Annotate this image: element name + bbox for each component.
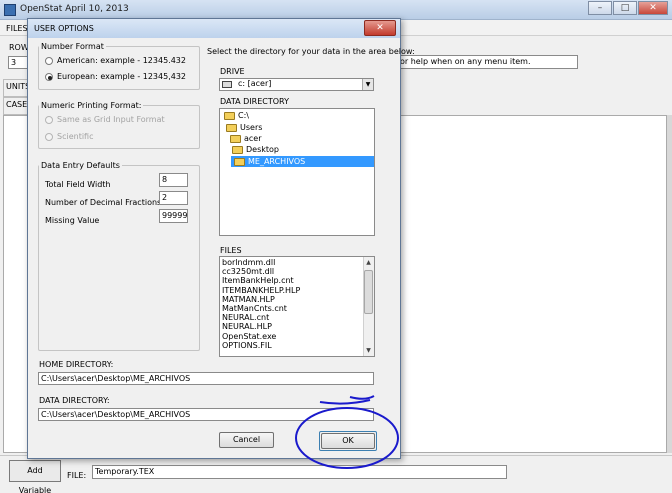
file-item[interactable]: MATMAN.HLP [222, 295, 362, 304]
file-item[interactable]: MatManCnts.cnt [222, 304, 362, 313]
dir-item-desktop[interactable]: Desktop [246, 145, 279, 154]
drive-value: c: [acer] [238, 79, 272, 88]
american-format-radio[interactable] [45, 57, 53, 65]
file-name-field[interactable]: Temporary.TEX [92, 465, 507, 479]
files-label: FILES [220, 246, 242, 255]
file-item[interactable]: NEURAL.cnt [222, 313, 362, 322]
cancel-button[interactable]: Cancel [219, 432, 274, 448]
dir-item-acer[interactable]: acer [244, 134, 262, 143]
numeric-printing-legend: Numeric Printing Format: [41, 101, 142, 110]
decimal-fractions-input[interactable]: 2 [159, 191, 188, 205]
chevron-down-icon[interactable]: ▼ [362, 79, 373, 90]
numeric-printing-group: Numeric Printing Format: [38, 101, 200, 149]
file-item[interactable]: ItemBankHelp.cnt [222, 276, 362, 285]
data-directory-path-label: DATA DIRECTORY: [39, 396, 110, 405]
number-format-legend: Number Format [41, 42, 104, 51]
file-item[interactable]: OpenStat.exe [222, 332, 362, 341]
dialog-close-icon[interactable]: ✕ [364, 20, 396, 36]
window-title: OpenStat April 10, 2013 [20, 4, 129, 14]
file-item[interactable]: ITEMBANKHELP.HLP [222, 286, 362, 295]
missing-value-input[interactable]: 99999 [159, 209, 188, 223]
ok-button[interactable]: OK [321, 433, 375, 449]
file-label: FILE: [67, 471, 87, 480]
dir-item-root[interactable]: C:\ [238, 111, 249, 120]
scroll-up-icon[interactable]: ▲ [363, 258, 374, 268]
scientific-radio[interactable] [45, 133, 53, 141]
scroll-down-icon[interactable]: ▼ [363, 346, 374, 356]
field-width-input[interactable]: 8 [159, 173, 188, 187]
scientific-label: Scientific [57, 132, 94, 141]
minimize-icon[interactable]: – [588, 1, 612, 15]
dir-item-me-archivos[interactable]: ME_ARCHIVOS [248, 157, 305, 166]
grid-input-format-radio[interactable] [45, 116, 53, 124]
data-entry-group: Data Entry Defaults [38, 161, 200, 351]
rows-label: ROW [9, 43, 29, 52]
data-entry-legend: Data Entry Defaults [41, 161, 120, 170]
desktop-edge [667, 115, 672, 453]
folder-icon [230, 135, 241, 143]
add-variable-button[interactable]: Add Variable [9, 460, 61, 493]
directory-instruction: Select the directory for your data in th… [207, 47, 415, 56]
dir-item-users[interactable]: Users [240, 123, 262, 132]
menu-files[interactable]: FILES [6, 24, 28, 33]
drive-label: DRIVE [220, 67, 245, 76]
maximize-icon[interactable]: □ [613, 1, 637, 15]
american-format-label: American: example - 12345.432 [57, 56, 186, 65]
data-directory-field[interactable]: C:\Users\acer\Desktop\ME_ARCHIVOS [38, 408, 374, 421]
missing-value-label: Missing Value [45, 216, 100, 225]
file-item[interactable]: cc3250mt.dll [222, 267, 362, 276]
european-format-radio[interactable] [45, 73, 53, 81]
grid-input-format-label: Same as Grid Input Format [57, 115, 165, 124]
file-item[interactable]: OPTIONS.FIL [222, 341, 362, 350]
dialog-title: USER OPTIONS [34, 24, 94, 33]
folder-icon [226, 124, 237, 132]
folder-icon [234, 158, 245, 166]
file-item[interactable]: borlndmm.dll [222, 258, 362, 267]
decimal-fractions-label: Number of Decimal Fractions: [45, 198, 164, 207]
file-item[interactable]: NEURAL.HLP [222, 322, 362, 331]
number-format-group: Number Format [38, 42, 200, 90]
folder-icon [232, 146, 243, 154]
app-icon [4, 4, 16, 16]
drive-icon [222, 81, 232, 88]
close-icon[interactable]: ✕ [638, 1, 668, 15]
files-list-items: borlndmm.dll cc3250mt.dll ItemBankHelp.c… [222, 258, 362, 350]
home-directory-field[interactable]: C:\Users\acer\Desktop\ME_ARCHIVOS [38, 372, 374, 385]
scroll-thumb[interactable] [364, 270, 373, 314]
home-directory-label: HOME DIRECTORY: [39, 360, 114, 369]
help-field: or help when on any menu item. [396, 55, 578, 69]
european-format-label: European: example - 12345,432 [57, 72, 187, 81]
data-directory-label: DATA DIRECTORY [220, 97, 289, 106]
field-width-label: Total Field Width [45, 180, 111, 189]
folder-icon [224, 112, 235, 120]
